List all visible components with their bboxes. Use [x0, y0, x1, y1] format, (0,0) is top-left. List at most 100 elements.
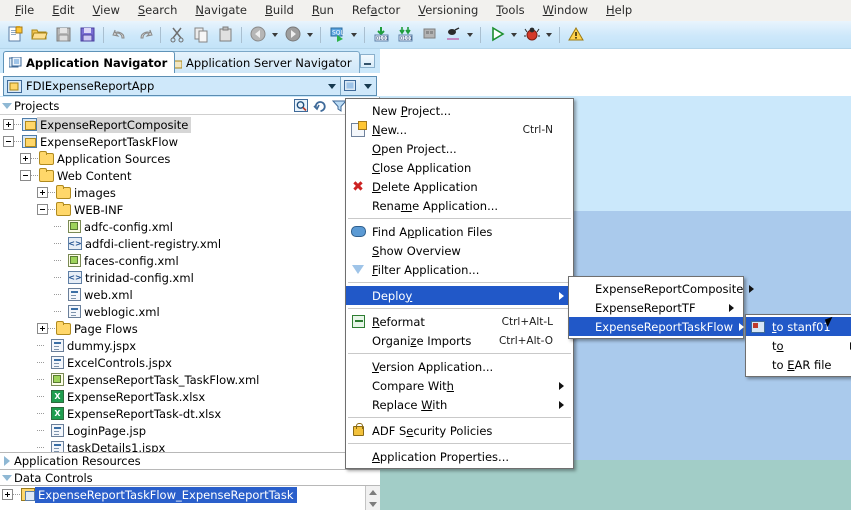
tree-node[interactable]: Application Sources: [0, 150, 379, 167]
sql-dropdown-icon[interactable]: [349, 24, 359, 46]
sql-worksheet-icon[interactable]: SQL: [326, 24, 348, 46]
menu-item-refactor[interactable]: Refactor: [343, 1, 409, 20]
menu-item-run[interactable]: Run: [303, 1, 343, 20]
tree-node[interactable]: ExcelControls.jspx: [0, 354, 379, 371]
data-control-node[interactable]: ExpenseReportTaskFlow_ExpenseReportTask: [0, 486, 380, 503]
search-icon[interactable]: [292, 98, 311, 115]
menu-item-adf-security-policies[interactable]: ADF Security Policies: [346, 421, 573, 440]
debug-dropdown-icon[interactable]: [544, 24, 554, 46]
tree-node[interactable]: taskDetails1.jspx: [0, 439, 379, 452]
back-icon[interactable]: [247, 24, 269, 46]
forward-dropdown-icon[interactable]: [305, 24, 315, 46]
menu-item-new[interactable]: New... Ctrl-N: [346, 120, 573, 139]
scroll-up-icon[interactable]: [369, 489, 377, 495]
application-selector[interactable]: FDIExpenseReportApp: [3, 76, 377, 96]
expand-triangle-icon[interactable]: [0, 456, 14, 466]
tree-node[interactable]: weblogic.xml: [0, 303, 379, 320]
collapse-icon[interactable]: [37, 204, 48, 215]
collapse-icon[interactable]: [20, 170, 31, 181]
menu-item-versioning[interactable]: Versioning: [409, 1, 487, 20]
tree-node[interactable]: images: [0, 184, 379, 201]
menu-item-to[interactable]: to: [746, 336, 851, 355]
menu-item-filter-application[interactable]: Filter Application...: [346, 260, 573, 279]
run-dropdown-icon[interactable]: [509, 24, 519, 46]
tab-application-navigator[interactable]: Application Navigator: [3, 51, 176, 73]
ant-dropdown-icon[interactable]: [465, 24, 475, 46]
tree-node[interactable]: ExpenseReportTaskFlow: [0, 133, 379, 150]
menu-item-organize-imports[interactable]: Organize Imports Ctrl+Alt-O: [346, 331, 573, 350]
menu-item-version-application[interactable]: Version Application...: [346, 357, 573, 376]
redo-icon[interactable]: [133, 24, 155, 46]
back-dropdown-icon[interactable]: [270, 24, 280, 46]
menu-item-tools[interactable]: Tools: [487, 1, 533, 20]
menu-item-reformat[interactable]: Reformat Ctrl+Alt-L: [346, 312, 573, 331]
tree-node[interactable]: dummy.jspx: [0, 337, 379, 354]
menu-item-rename-application[interactable]: Rename Application...: [346, 196, 573, 215]
menu-item-new-project[interactable]: New Project...: [346, 101, 573, 120]
undo-icon[interactable]: [109, 24, 131, 46]
menu-item-close-application[interactable]: Close Application: [346, 158, 573, 177]
run-ant-icon[interactable]: [442, 24, 464, 46]
menu-item-build[interactable]: Build: [256, 1, 303, 20]
audit-icon[interactable]: [565, 24, 587, 46]
data-controls-scrollbar[interactable]: [365, 486, 380, 510]
tree-node[interactable]: Page Flows: [0, 320, 379, 337]
menu-item-delete-application[interactable]: ✖ Delete Application: [346, 177, 573, 196]
menu-item-show-overview[interactable]: Show Overview: [346, 241, 573, 260]
rebuild-icon[interactable]: 0101: [394, 24, 416, 46]
make-icon[interactable]: 0101: [370, 24, 392, 46]
tree-node[interactable]: WEB-INF: [0, 201, 379, 218]
menu-item-expensereportcomposite[interactable]: ExpenseReportComposite: [569, 279, 743, 298]
menu-item-compare-with[interactable]: Compare With: [346, 376, 573, 395]
scroll-down-icon[interactable]: [369, 501, 377, 507]
accordion-data-controls[interactable]: Data Controls: [0, 469, 380, 486]
menu-item-navigate[interactable]: Navigate: [186, 1, 256, 20]
deploy-submenu[interactable]: ExpenseReportComposite ExpenseReportTF Exp…: [568, 276, 744, 339]
tree-node[interactable]: ExpenseReportComposite: [0, 116, 379, 133]
paste-icon[interactable]: [214, 24, 236, 46]
minimize-button[interactable]: [360, 54, 375, 68]
menu-item-deploy[interactable]: Deploy: [346, 286, 573, 305]
tree-node[interactable]: adfc-config.xml: [0, 218, 379, 235]
menu-item-search[interactable]: Search: [129, 1, 187, 20]
expand-icon[interactable]: [3, 119, 14, 130]
menu-item-find-application-files[interactable]: Find Application Files: [346, 222, 573, 241]
chevron-down-icon[interactable]: [324, 77, 340, 95]
cut-icon[interactable]: [166, 24, 188, 46]
menu-item-replace-with[interactable]: Replace With: [346, 395, 573, 414]
menu-item-to-stanf01[interactable]: to stanf01: [746, 317, 851, 336]
expander-icon[interactable]: [2, 489, 13, 500]
menu-item-file[interactable]: File: [6, 1, 43, 20]
application-context-menu[interactable]: New Project... New... Ctrl-N Open Project..…: [345, 98, 574, 469]
menu-item-expensereporttaskflow[interactable]: ExpenseReportTaskFlow: [569, 317, 743, 336]
tree-node[interactable]: <> adfdi-client-registry.xml: [0, 235, 379, 252]
collapse-triangle-icon[interactable]: [0, 103, 14, 109]
debug-icon[interactable]: [521, 24, 543, 46]
menu-item-window[interactable]: Window: [534, 1, 597, 20]
application-menu-chevron-icon[interactable]: [360, 77, 376, 95]
tree-node[interactable]: X ExpenseReportTask-dt.xlsx: [0, 405, 379, 422]
expand-icon[interactable]: [37, 187, 48, 198]
deploy-icon[interactable]: [418, 24, 440, 46]
collapse-icon[interactable]: [3, 136, 14, 147]
open-folder-icon[interactable]: [28, 24, 50, 46]
new-file-icon[interactable]: [4, 24, 26, 46]
run-icon[interactable]: [486, 24, 508, 46]
tree-node[interactable]: faces-config.xml: [0, 252, 379, 269]
tab-application-server-navigator[interactable]: Application Server Navigator: [162, 51, 360, 73]
application-menu-button[interactable]: [340, 77, 360, 95]
save-all-icon[interactable]: [76, 24, 98, 46]
tree-node[interactable]: ExpenseReportTask_TaskFlow.xml: [0, 371, 379, 388]
project-tree[interactable]: ExpenseReportComposite ExpenseReportTaskF…: [0, 115, 379, 452]
refresh-icon[interactable]: [311, 98, 330, 115]
menu-item-view[interactable]: View: [84, 1, 129, 20]
menu-item-edit[interactable]: Edit: [43, 1, 83, 20]
tree-node[interactable]: web.xml: [0, 286, 379, 303]
expand-icon[interactable]: [20, 153, 31, 164]
forward-icon[interactable]: [282, 24, 304, 46]
menu-item-application-properties[interactable]: Application Properties...: [346, 447, 573, 466]
save-icon[interactable]: [52, 24, 74, 46]
copy-icon[interactable]: [190, 24, 212, 46]
tree-node[interactable]: X ExpenseReportTask.xlsx: [0, 388, 379, 405]
accordion-application-resources[interactable]: Application Resources: [0, 452, 380, 469]
